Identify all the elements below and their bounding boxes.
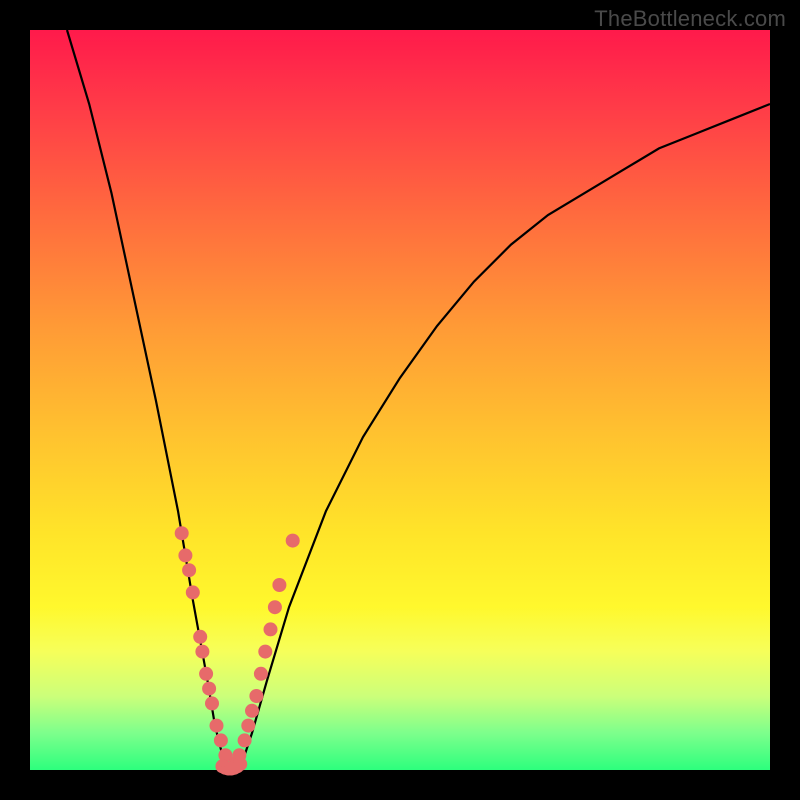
data-marker bbox=[202, 682, 216, 696]
data-marker bbox=[249, 689, 263, 703]
chart-overlay bbox=[30, 30, 770, 770]
data-marker bbox=[254, 667, 268, 681]
data-marker bbox=[258, 645, 272, 659]
data-marker bbox=[210, 719, 224, 733]
data-marker bbox=[178, 548, 192, 562]
marker-layer bbox=[175, 526, 300, 775]
data-marker bbox=[286, 534, 300, 548]
data-marker bbox=[272, 578, 286, 592]
data-marker bbox=[214, 733, 228, 747]
data-marker bbox=[245, 704, 259, 718]
data-marker bbox=[195, 645, 209, 659]
data-marker bbox=[205, 696, 219, 710]
data-marker bbox=[193, 630, 207, 644]
watermark-text: TheBottleneck.com bbox=[594, 6, 786, 32]
bottleneck-curve bbox=[67, 30, 770, 770]
data-marker bbox=[268, 600, 282, 614]
data-marker bbox=[238, 733, 252, 747]
data-marker bbox=[182, 563, 196, 577]
data-marker bbox=[233, 757, 247, 771]
data-marker bbox=[199, 667, 213, 681]
data-marker bbox=[175, 526, 189, 540]
data-marker bbox=[186, 585, 200, 599]
data-marker bbox=[264, 622, 278, 636]
data-marker bbox=[241, 719, 255, 733]
chart-frame: TheBottleneck.com bbox=[0, 0, 800, 800]
